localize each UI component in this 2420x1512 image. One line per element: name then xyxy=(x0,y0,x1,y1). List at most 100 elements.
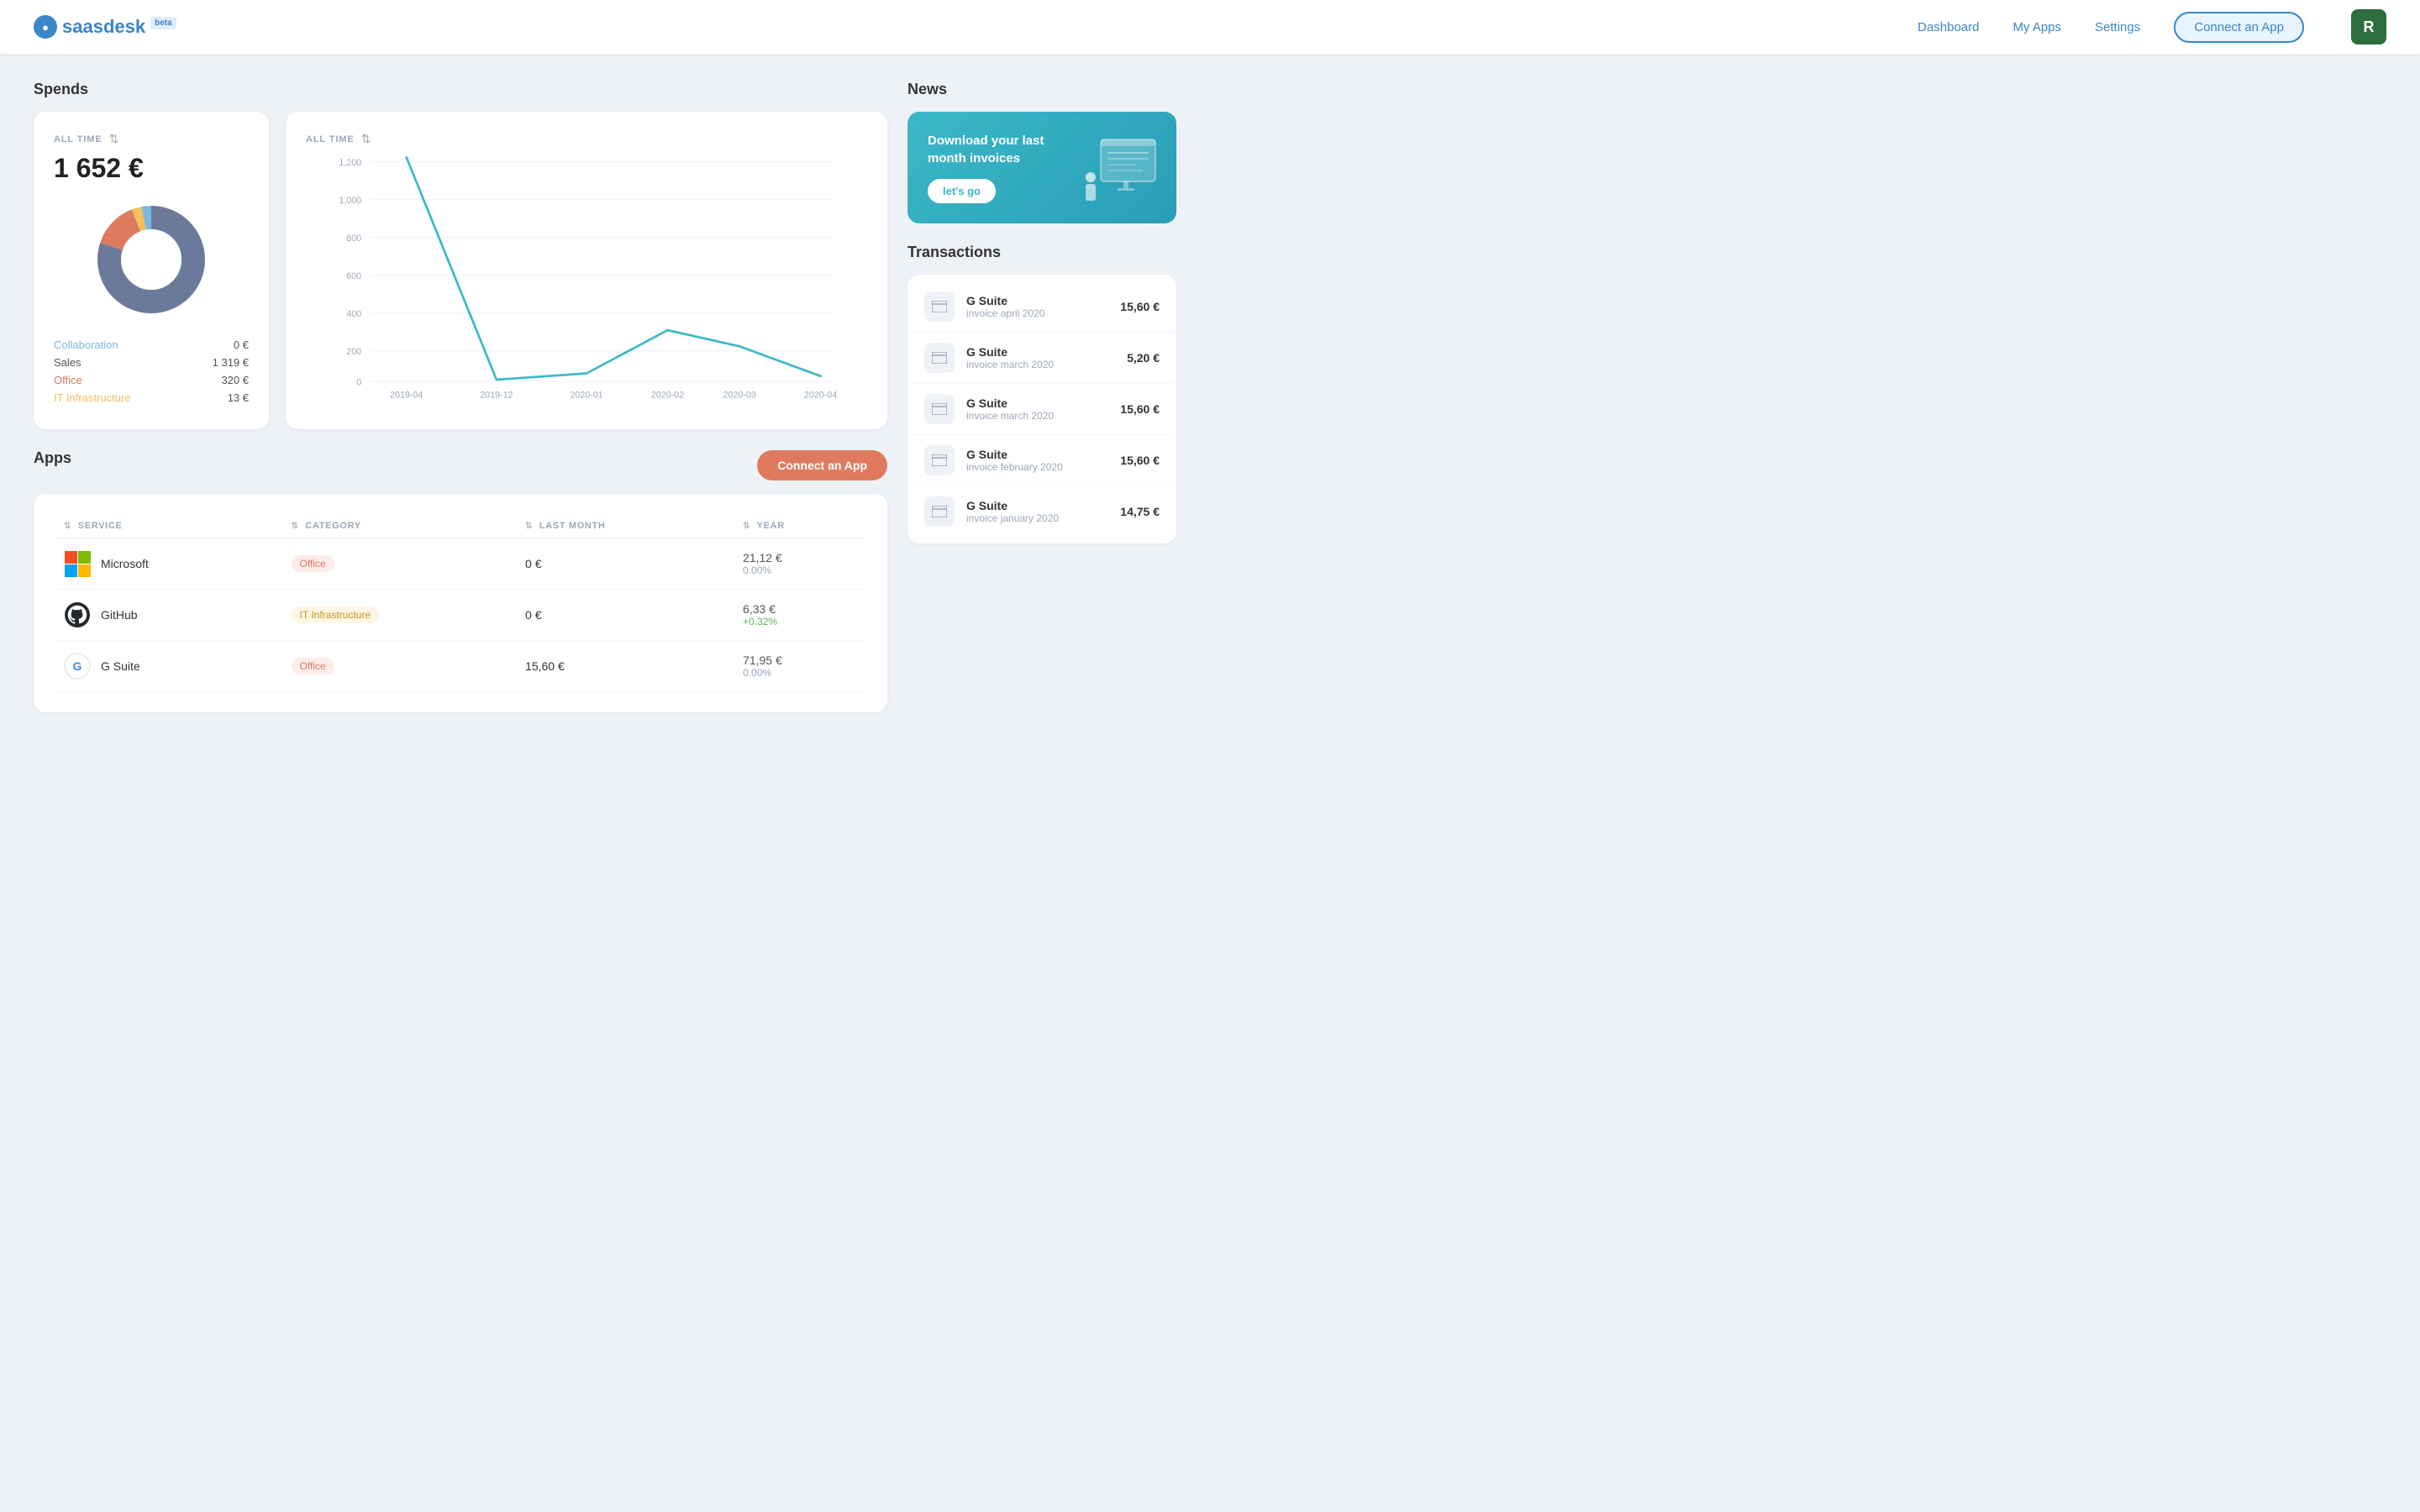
legend-label-it: IT Infrastructure xyxy=(54,391,131,404)
legend: Collaboration 0 € Sales 1 319 € Office 3… xyxy=(54,339,249,404)
svg-text:0: 0 xyxy=(356,377,361,387)
transactions-title: Transactions xyxy=(908,244,1176,261)
right-panel: News Download your last month invoices l… xyxy=(908,81,1176,712)
apps-header: Apps Connect an App xyxy=(34,449,887,480)
table-row: GitHub IT Infrastructure 0 € 6,33 € +0.3… xyxy=(54,590,867,641)
transaction-sub: invoice april 2020 xyxy=(966,307,1108,319)
donut-chart xyxy=(54,201,249,318)
news-banner: Download your last month invoices let's … xyxy=(908,112,1176,223)
transaction-icon xyxy=(924,496,955,527)
app-name-github: GitHub xyxy=(101,608,138,622)
sort-lastmonth-icon[interactable]: ⇅ xyxy=(525,522,533,531)
transaction-sub: invoice january 2020 xyxy=(966,512,1108,524)
spend-summary-card: ALL TIME ⇅ 1 652 € xyxy=(34,112,269,429)
transaction-name: G Suite xyxy=(966,396,1108,410)
transaction-details: G Suite invoice march 2020 xyxy=(966,396,1108,422)
svg-text:800: 800 xyxy=(346,234,361,244)
transaction-amount: 14,75 € xyxy=(1120,505,1160,518)
main-content: Spends ALL TIME ⇅ 1 652 € xyxy=(0,54,1210,739)
transaction-details: G Suite invoice april 2020 xyxy=(966,294,1108,319)
svg-text:200: 200 xyxy=(346,347,361,357)
app-logo-github xyxy=(64,601,91,628)
left-panel: Spends ALL TIME ⇅ 1 652 € xyxy=(34,81,887,712)
connect-app-button[interactable]: Connect an App xyxy=(757,450,887,480)
news-banner-button[interactable]: let's go xyxy=(928,179,996,203)
svg-text:2020-02: 2020-02 xyxy=(651,390,684,400)
logo: ● saasdesk beta xyxy=(34,15,176,39)
transaction-details: G Suite invoice february 2020 xyxy=(966,448,1108,473)
transaction-item: G Suite invoice march 2020 5,20 € xyxy=(908,333,1176,384)
legend-value-office: 320 € xyxy=(221,374,249,386)
news-title: News xyxy=(908,81,1176,98)
apps-tbody: Microsoft Office 0 € 21,12 € 0.00% GitHu… xyxy=(54,538,867,692)
svg-text:2020-01: 2020-01 xyxy=(570,390,602,400)
chart-area: 1,200 1,000 800 600 400 200 0 xyxy=(306,153,867,405)
app-category-gsuite: Office xyxy=(281,641,516,692)
sort-service-icon[interactable]: ⇅ xyxy=(64,522,71,531)
chart-filter-row: ALL TIME ⇅ xyxy=(306,132,867,146)
nav-settings[interactable]: Settings xyxy=(2095,20,2140,34)
svg-text:2019-04: 2019-04 xyxy=(390,390,423,400)
avatar[interactable]: R xyxy=(2351,9,2386,45)
app-lastmonth-gsuite: 15,60 € xyxy=(515,641,733,692)
legend-label-collaboration: Collaboration xyxy=(54,339,118,351)
transactions-card: G Suite invoice april 2020 15,60 € G Sui… xyxy=(908,275,1176,543)
category-badge-github: IT Infrastructure xyxy=(292,606,379,623)
spends-title: Spends xyxy=(34,81,887,98)
news-illustration xyxy=(1076,131,1168,223)
navbar-links: Dashboard My Apps Settings Connect an Ap… xyxy=(1918,9,2386,45)
table-header: ⇅ SERVICE ⇅ CATEGORY ⇅ LAST MONTH xyxy=(54,514,867,538)
transaction-sub: invoice march 2020 xyxy=(966,359,1115,370)
navbar-connect-button[interactable]: Connect an App xyxy=(2174,12,2304,43)
apps-card: ⇅ SERVICE ⇅ CATEGORY ⇅ LAST MONTH xyxy=(34,494,887,712)
logo-text: saasdesk xyxy=(62,16,145,38)
svg-text:600: 600 xyxy=(346,271,361,281)
sort-icon[interactable]: ⇅ xyxy=(109,132,119,146)
th-service: ⇅ SERVICE xyxy=(54,514,281,538)
transaction-amount: 15,60 € xyxy=(1120,402,1160,416)
chart-sort-icon[interactable]: ⇅ xyxy=(361,132,371,146)
navbar: ● saasdesk beta Dashboard My Apps Settin… xyxy=(0,0,2420,54)
transaction-name: G Suite xyxy=(966,345,1115,359)
legend-it: IT Infrastructure 13 € xyxy=(54,391,249,404)
app-category-microsoft: Office xyxy=(281,538,516,590)
nav-dashboard[interactable]: Dashboard xyxy=(1918,20,1979,34)
logo-icon: ● xyxy=(34,15,57,39)
table-row: G G Suite Office 15,60 € 71,95 € 0.00% xyxy=(54,641,867,692)
app-lastmonth-github: 0 € xyxy=(515,590,733,641)
svg-text:1,200: 1,200 xyxy=(339,158,361,168)
transaction-item: G Suite invoice march 2020 15,60 € xyxy=(908,384,1176,435)
legend-value-collaboration: 0 € xyxy=(234,339,249,351)
transaction-name: G Suite xyxy=(966,294,1108,307)
sort-year-icon[interactable]: ⇅ xyxy=(743,522,750,531)
svg-text:G: G xyxy=(73,659,82,673)
transaction-name: G Suite xyxy=(966,448,1108,461)
app-year-microsoft: 21,12 € 0.00% xyxy=(733,538,867,590)
transaction-amount: 15,60 € xyxy=(1120,300,1160,313)
app-year-github: 6,33 € +0.32% xyxy=(733,590,867,641)
svg-text:1,000: 1,000 xyxy=(339,196,361,206)
transaction-amount: 5,20 € xyxy=(1127,351,1160,365)
filter-row: ALL TIME ⇅ xyxy=(54,132,249,146)
svg-text:2020-04: 2020-04 xyxy=(804,390,837,400)
nav-my-apps[interactable]: My Apps xyxy=(2013,20,2062,34)
transaction-details: G Suite invoice january 2020 xyxy=(966,499,1108,524)
legend-label-office: Office xyxy=(54,374,82,386)
news-banner-text: Download your last month invoices xyxy=(928,132,1062,167)
chart-svg: 1,200 1,000 800 600 400 200 0 xyxy=(306,153,867,405)
app-lastmonth-microsoft: 0 € xyxy=(515,538,733,590)
table-row: Microsoft Office 0 € 21,12 € 0.00% xyxy=(54,538,867,590)
svg-text:2020-03: 2020-03 xyxy=(723,390,756,400)
category-badge-gsuite: Office xyxy=(292,658,334,675)
transaction-icon xyxy=(924,394,955,424)
logo-beta: beta xyxy=(150,17,176,29)
apps-title: Apps xyxy=(34,449,71,467)
app-name-gsuite: G Suite xyxy=(101,659,140,673)
app-name-cell-gsuite: G G Suite xyxy=(54,641,281,692)
apps-section: Apps Connect an App ⇅ SERVICE ⇅ CATE xyxy=(34,449,887,712)
app-name-microsoft: Microsoft xyxy=(101,557,149,570)
total-amount: 1 652 € xyxy=(54,153,249,184)
sort-category-icon[interactable]: ⇅ xyxy=(292,522,299,531)
app-category-github: IT Infrastructure xyxy=(281,590,516,641)
transaction-icon xyxy=(924,291,955,322)
